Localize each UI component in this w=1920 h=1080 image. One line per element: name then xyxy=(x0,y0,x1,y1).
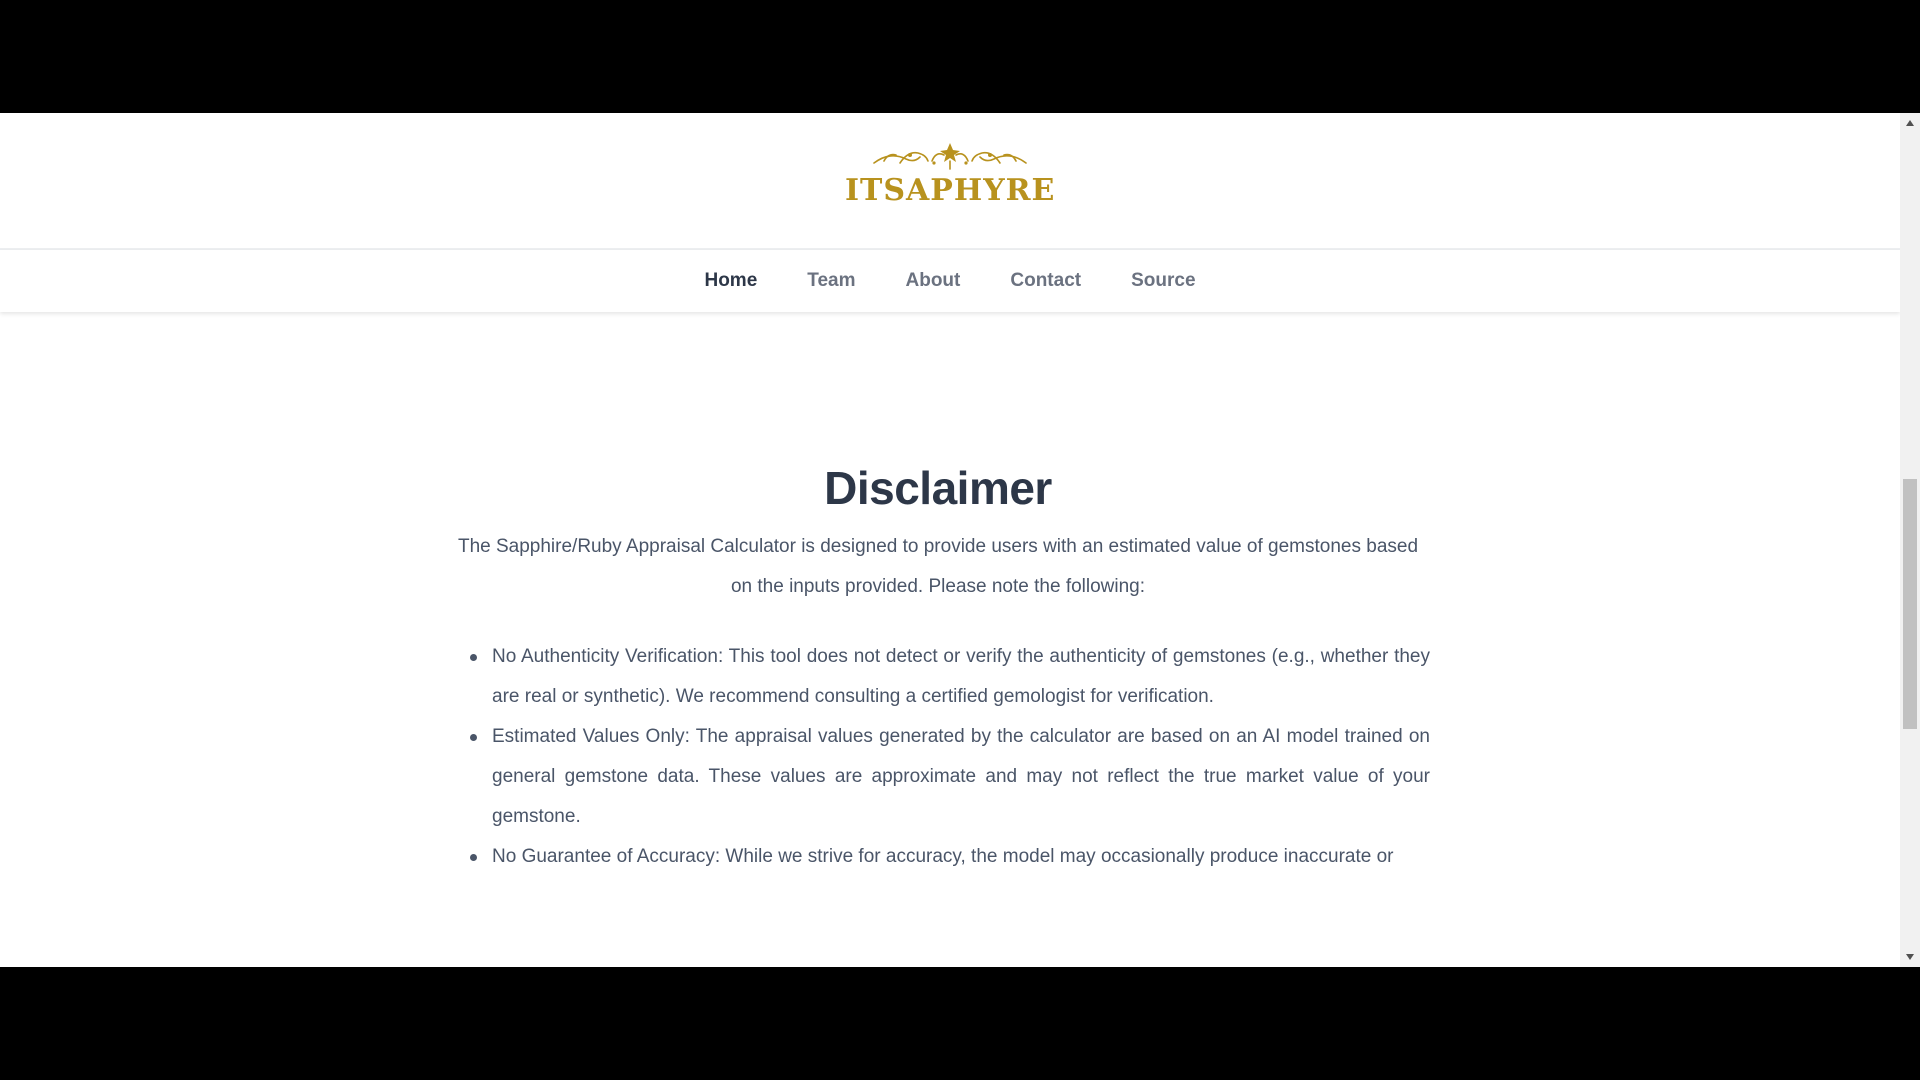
main-nav: Home Team About Contact Source xyxy=(0,250,1900,312)
scrollbar-thumb[interactable] xyxy=(1903,479,1917,729)
vertical-scrollbar[interactable] xyxy=(1900,113,1920,967)
screen-letterbox-bottom xyxy=(0,967,1920,1080)
list-item: No Authenticity Verification: This tool … xyxy=(470,637,1430,717)
browser-viewport: ITSAPHYRE Home Team About Contact Source… xyxy=(0,113,1920,967)
list-item: No Guarantee of Accuracy: While we striv… xyxy=(470,837,1430,877)
nav-list: Home Team About Contact Source xyxy=(0,250,1900,312)
bullet-icon xyxy=(470,654,477,661)
list-item: Estimated Values Only: The appraisal val… xyxy=(470,717,1430,837)
brand-name: ITSAPHYRE xyxy=(845,173,1056,208)
disclaimer-title: Disclaimer xyxy=(824,462,1052,514)
list-item-text: No Authenticity Verification: This tool … xyxy=(492,646,1430,707)
nav-item-about[interactable]: About xyxy=(906,270,961,292)
brand-logo[interactable]: ITSAPHYRE xyxy=(845,141,1055,221)
triangle-down-icon xyxy=(1906,954,1914,960)
disclaimer-intro: The Sapphire/Ruby Appraisal Calculator i… xyxy=(457,536,1419,597)
scroll-down-button[interactable] xyxy=(1900,947,1920,967)
nav-item-contact[interactable]: Contact xyxy=(1010,270,1081,292)
nav-item-home[interactable]: Home xyxy=(704,270,757,292)
screen-letterbox-top xyxy=(0,0,1920,113)
triangle-up-icon xyxy=(1906,120,1914,126)
bullet-icon xyxy=(470,734,477,741)
list-item-text: No Guarantee of Accuracy: While we striv… xyxy=(492,846,1394,867)
nav-item-source[interactable]: Source xyxy=(1131,270,1195,292)
bullet-icon xyxy=(470,854,477,861)
filigree-crown-ornament-icon xyxy=(873,143,1027,170)
page: ITSAPHYRE Home Team About Contact Source… xyxy=(0,113,1900,967)
list-item-text: Estimated Values Only: The appraisal val… xyxy=(492,726,1430,827)
site-header: ITSAPHYRE xyxy=(0,113,1900,248)
scroll-up-button[interactable] xyxy=(1900,113,1920,133)
nav-item-team[interactable]: Team xyxy=(807,270,855,292)
disclaimer-list: No Authenticity Verification: This tool … xyxy=(470,637,1430,877)
